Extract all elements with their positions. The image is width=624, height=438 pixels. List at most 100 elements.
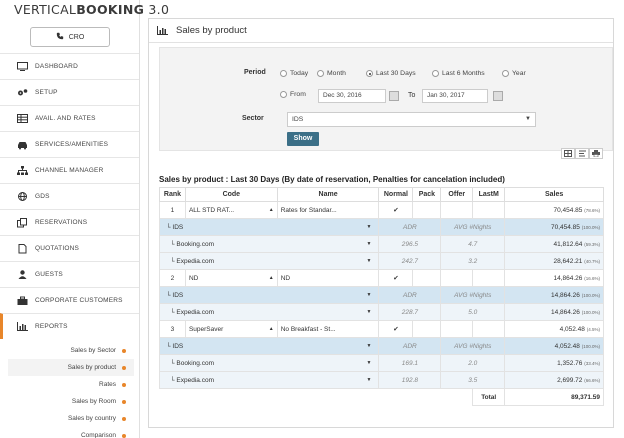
- nav-item-label: CORPORATE CUSTOMERS: [35, 297, 123, 304]
- print-icon[interactable]: [589, 148, 603, 159]
- table-icon: [16, 113, 28, 124]
- table-row[interactable]: └ Booking.com ▼ 169.1 2.0 1,352.76 (33.4%): [158, 354, 604, 372]
- sector-select[interactable]: IDS ▼: [287, 112, 536, 127]
- radio-from[interactable]: From: [280, 91, 306, 98]
- table-row[interactable]: └ IDS ▼ ADR AVG #Nights 70,454.85 (100.0%): [158, 218, 604, 236]
- sales-cell: 28,642.21 (40.7%): [504, 252, 604, 270]
- bullet-icon: [122, 366, 126, 370]
- nav-item-avail-and-rates[interactable]: AVAIL. AND RATES: [0, 105, 139, 131]
- column-header[interactable]: Rank: [159, 187, 186, 202]
- calendar-icon[interactable]: [389, 91, 399, 101]
- table-row[interactable]: └ IDS ▼ ADR AVG #Nights 4,052.48 (100.0%): [158, 337, 604, 355]
- nav-item-channel-manager[interactable]: CHANNEL MANAGER: [0, 157, 139, 183]
- nav-item-label: REPORTS: [35, 323, 68, 330]
- table-row[interactable]: 2 ND ▲ ND ✔ 14,864.26 (16.6%): [159, 269, 604, 287]
- code-cell: SuperSaver ▲: [184, 320, 278, 338]
- caret-down-icon[interactable]: ▼: [367, 224, 372, 230]
- list-view-icon[interactable]: [575, 148, 589, 159]
- reports-subitem[interactable]: Sales by Sector: [8, 342, 134, 359]
- nav-item-label: GDS: [35, 193, 50, 200]
- table-row[interactable]: └ Expedia.com ▼ 192.8 3.5 2,699.72 (66.6%): [158, 371, 604, 389]
- table-row[interactable]: 1 ALL STD RAT... ▲ Rates for Standar... ✔ 70,…: [159, 201, 604, 219]
- caret-up-icon[interactable]: ▲: [269, 275, 274, 281]
- column-header[interactable]: Normal: [378, 187, 414, 202]
- channel-cell: └ Booking.com ▼: [158, 235, 380, 253]
- avg-nights-cell: 3.5: [440, 371, 506, 389]
- caret-down-icon[interactable]: ▼: [367, 343, 372, 349]
- nav-item-gds[interactable]: GDS: [0, 183, 139, 209]
- radio-circle: [280, 70, 287, 77]
- reports-subitem[interactable]: Comparison: [8, 427, 134, 438]
- caret-down-icon[interactable]: ▼: [367, 241, 372, 247]
- column-header[interactable]: Sales: [504, 187, 604, 202]
- radio-circle: [317, 70, 324, 77]
- offer-cell: [440, 320, 474, 338]
- caret-down-icon[interactable]: ▼: [367, 309, 372, 315]
- user-icon: [16, 269, 28, 280]
- column-header[interactable]: Name: [276, 187, 380, 202]
- radio-last-30-days[interactable]: Last 30 Days: [366, 70, 416, 77]
- radio-circle: [280, 91, 287, 98]
- table-row[interactable]: └ Expedia.com ▼ 228.7 5.0 14,864.26 (100.0%): [158, 303, 604, 321]
- nav-item-quotations[interactable]: QUOTATIONS: [0, 235, 139, 261]
- column-header[interactable]: LastM: [472, 187, 506, 202]
- adr-cell: ADR: [378, 337, 442, 355]
- table-row[interactable]: └ Expedia.com ▼ 242.7 3.2 28,642.21 (40.7%): [158, 252, 604, 270]
- column-header[interactable]: Code: [184, 187, 278, 202]
- radio-last-6-months[interactable]: Last 6 Months: [432, 70, 485, 77]
- reports-subitem[interactable]: Sales by country: [8, 410, 134, 427]
- to-date-input[interactable]: Jan 30, 2017: [422, 89, 488, 103]
- column-header[interactable]: Pack: [412, 187, 442, 202]
- adr-cell: ADR: [378, 218, 442, 236]
- nav-item-services-amenities[interactable]: SERVICES/AMENITIES: [0, 131, 139, 157]
- from-date-input[interactable]: Dec 30, 2016: [318, 89, 386, 103]
- table-row[interactable]: 3 SuperSaver ▲ No Breakfast - St... ✔ 4,052.4…: [159, 320, 604, 338]
- radio-year[interactable]: Year: [502, 70, 526, 77]
- nav-item-guests[interactable]: GUESTS: [0, 261, 139, 287]
- lastm-cell: [472, 320, 506, 338]
- nav-item-corporate-customers[interactable]: CORPORATE CUSTOMERS: [0, 287, 139, 313]
- briefcase-icon: [16, 296, 28, 306]
- show-button[interactable]: Show: [287, 132, 319, 146]
- table-row[interactable]: └ IDS ▼ ADR AVG #Nights 14,864.26 (100.0%): [158, 286, 604, 304]
- channel-cell: └ Expedia.com ▼: [158, 303, 380, 321]
- reports-subitem[interactable]: Sales by product: [8, 359, 134, 376]
- pack-cell: [412, 269, 442, 287]
- nav-item-label: SETUP: [35, 89, 58, 96]
- bar-chart-icon: [16, 321, 28, 332]
- avg-nights-cell: AVG #Nights: [440, 337, 506, 355]
- grid-view-icon[interactable]: [561, 148, 575, 159]
- nav-item-reservations[interactable]: RESERVATIONS: [0, 209, 139, 235]
- offer-cell: [440, 201, 474, 219]
- caret-down-icon[interactable]: ▼: [367, 292, 372, 298]
- caret-down-icon: ▼: [525, 116, 531, 122]
- nav-item-label: CHANNEL MANAGER: [35, 167, 104, 174]
- nav-item-dashboard[interactable]: DASHBOARD: [0, 53, 139, 79]
- total-label: Total: [472, 388, 506, 406]
- nav-item-label: RESERVATIONS: [35, 219, 88, 226]
- column-header[interactable]: Offer: [440, 187, 474, 202]
- check-icon: ✔: [378, 269, 414, 287]
- caret-down-icon[interactable]: ▼: [367, 360, 372, 366]
- sector-cell: └ IDS ▼: [158, 218, 380, 236]
- caret-up-icon[interactable]: ▲: [269, 326, 274, 332]
- sales-cell: 41,812.64 (59.3%): [504, 235, 604, 253]
- name-cell: No Breakfast - St...: [276, 320, 380, 338]
- sales-cell: 14,864.26 (16.6%): [504, 269, 604, 287]
- radio-month[interactable]: Month: [317, 70, 346, 77]
- nav-item-setup[interactable]: SETUP: [0, 79, 139, 105]
- caret-up-icon[interactable]: ▲: [269, 207, 274, 213]
- rank-cell: 3: [159, 320, 186, 338]
- table-row[interactable]: └ Booking.com ▼ 296.5 4.7 41,812.64 (59.3%): [158, 235, 604, 253]
- reports-subitem[interactable]: Rates: [8, 376, 134, 393]
- adr-cell: 169.1: [378, 354, 442, 372]
- calendar-icon[interactable]: [493, 91, 503, 101]
- cro-button[interactable]: CRO: [30, 27, 110, 47]
- caret-down-icon[interactable]: ▼: [367, 377, 372, 383]
- caret-down-icon[interactable]: ▼: [367, 258, 372, 264]
- filter-box: Period Today Month Last 30 Days Last 6 Mont…: [159, 47, 613, 151]
- radio-today[interactable]: Today: [280, 70, 308, 77]
- reports-subitem[interactable]: Sales by Room: [8, 393, 134, 410]
- nav-item-reports[interactable]: REPORTS: [0, 313, 139, 339]
- main-nav: DASHBOARD SETUP AVAIL. AND RATES SERVICES/A…: [0, 53, 139, 339]
